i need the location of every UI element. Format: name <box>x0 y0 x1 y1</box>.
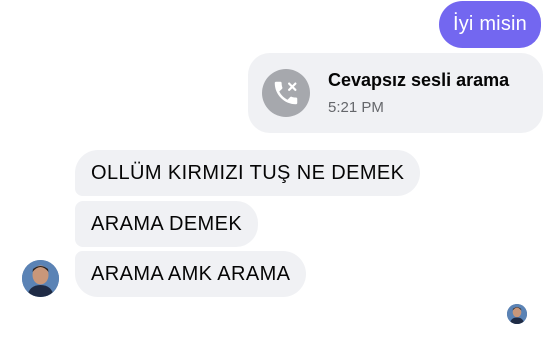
incoming-message-text: ARAMA DEMEK <box>91 212 243 235</box>
missed-call-time: 5:21 PM <box>328 99 384 116</box>
outgoing-message[interactable]: İyi misin <box>438 1 541 48</box>
read-receipt-avatar <box>507 304 527 324</box>
chat-thread: İyi misin Cevapsız sesli arama 5:21 PM O… <box>0 0 554 342</box>
missed-call-title: Cevapsız sesli arama <box>328 70 510 90</box>
incoming-message[interactable]: ARAMA DEMEK <box>75 201 259 247</box>
missed-call-card[interactable]: Cevapsız sesli arama 5:21 PM <box>248 53 543 133</box>
missed-call-text: Cevapsız sesli arama 5:21 PM <box>328 70 509 116</box>
incoming-message[interactable]: OLLÜM KIRMIZI TUŞ NE DEMEK <box>75 150 421 196</box>
missed-call-icon <box>262 69 310 117</box>
outgoing-message-text: İyi misin <box>452 13 527 35</box>
incoming-message-text: OLLÜM KIRMIZI TUŞ NE DEMEK <box>91 161 405 184</box>
incoming-message[interactable]: ARAMA AMK ARAMA <box>75 251 307 297</box>
incoming-message-text: ARAMA AMK ARAMA <box>91 262 291 285</box>
sender-avatar[interactable] <box>22 260 59 297</box>
